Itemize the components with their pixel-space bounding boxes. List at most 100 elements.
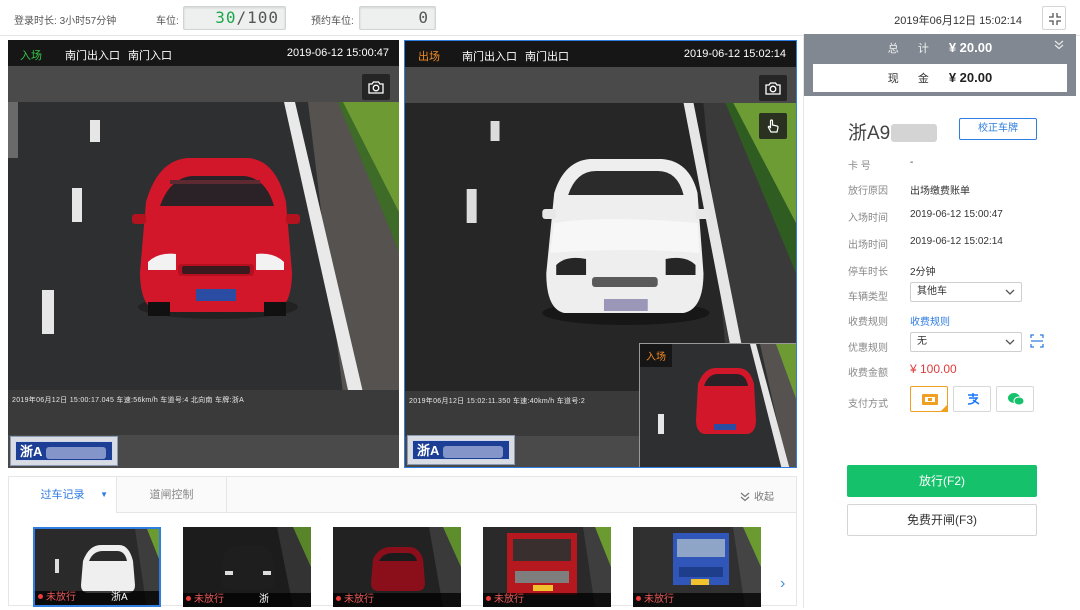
login-duration: 登录时长: 3小时57分钟	[14, 12, 116, 27]
exit-direction-label: 出场	[418, 51, 440, 63]
collapse-screen-icon	[1049, 13, 1061, 25]
record-thumbnail[interactable]: 未放行 浙	[183, 527, 311, 607]
cash-value: ¥ 20.00	[948, 70, 993, 85]
selected-corner-mark	[940, 404, 948, 412]
spaces-total: 100	[247, 8, 279, 27]
payment-summary: 总 计 ¥ 20.00 现 金 ¥ 20.00	[804, 34, 1076, 96]
record-caption: 未放行 浙	[183, 593, 311, 607]
charge-amount-label: 收费金额	[848, 368, 888, 379]
alipay-icon	[967, 393, 980, 405]
tab-vehicle-records-label: 过车记录	[40, 489, 85, 501]
record-thumbnail[interactable]: 未放行	[333, 527, 461, 607]
plate-number-text: 浙A9	[848, 123, 891, 144]
record-status: 未放行	[344, 594, 374, 605]
cash-row: 现 金 ¥ 20.00	[813, 64, 1067, 92]
pay-alipay-option[interactable]	[953, 386, 991, 412]
pay-cash-option[interactable]	[910, 386, 948, 412]
charge-rule-link[interactable]: 收费规则	[910, 313, 950, 328]
chevron-down-icon	[1005, 339, 1015, 345]
chevron-down-icon	[1005, 289, 1015, 295]
entry-snapshot-button[interactable]	[362, 74, 390, 100]
record-status: 未放行	[494, 594, 524, 605]
correct-plate-button[interactable]: 校正车牌	[959, 118, 1037, 140]
record-thumbnail[interactable]: 未放行	[633, 527, 761, 607]
next-page-chevron-icon[interactable]: ›	[780, 575, 785, 593]
record-status: 未放行	[46, 592, 76, 603]
hand-pointer-icon	[767, 119, 779, 133]
exit-tap-button[interactable]	[759, 113, 787, 139]
double-chevron-down-icon[interactable]	[1054, 40, 1064, 50]
camera-icon	[765, 82, 781, 95]
collapse-toggle[interactable]: 收起	[740, 488, 774, 503]
entry-plate-prefix: 浙A	[20, 444, 42, 459]
discount-rule-select[interactable]: 无	[910, 332, 1022, 352]
reserved-counter: 0	[359, 6, 436, 30]
exit-fullscreen-button[interactable]	[1042, 6, 1066, 30]
charge-amount-row: 收费金额 ¥ 100.00	[804, 361, 1077, 379]
vehicle-type-value: 其他车	[917, 286, 947, 297]
status-dot	[486, 596, 491, 601]
scan-icon[interactable]	[1030, 334, 1044, 348]
record-status: 未放行	[194, 594, 224, 605]
record-status: 未放行	[644, 594, 674, 605]
spaces-counter: 30/100	[183, 6, 286, 30]
current-datetime: 2019年06月12日 15:02:14	[894, 15, 1022, 27]
login-duration-label: 登录时长:	[14, 16, 60, 27]
release-reason-label: 放行原因	[848, 186, 888, 197]
reserved-label: 预约车位:	[311, 16, 354, 27]
exit-osd-text: 2019年06月12日 15:02:11.350 车速:40km/h 车道号:2	[409, 398, 586, 405]
payment-method-label: 支付方式	[848, 399, 888, 410]
caret-down-icon: ▼	[100, 490, 108, 499]
charge-rule-row: 收费规则 收费规则	[804, 310, 1077, 328]
status-dot	[636, 596, 641, 601]
spaces-used: 30	[215, 8, 237, 27]
record-caption: 未放行	[633, 593, 761, 607]
record-caption: 未放行 浙A	[35, 591, 159, 605]
entry-gate-name: 南门入口	[128, 50, 172, 62]
entry-direction-label: 入场	[20, 50, 42, 62]
reserved-value: 0	[418, 8, 429, 27]
exit-time-value: 2019-06-12 15:02:14	[910, 236, 1003, 247]
exit-time-row: 出场时间 2019-06-12 15:02:14	[804, 233, 1077, 251]
release-reason-row: 放行原因 出场缴费账单	[804, 179, 1077, 197]
entry-plate-image: 浙A	[15, 441, 113, 461]
tab-gate-control[interactable]: 道闸控制	[117, 477, 227, 513]
double-chevron-down-icon	[740, 492, 750, 502]
record-caption: 未放行	[333, 593, 461, 607]
entry-plate-crop: 浙A	[10, 436, 118, 466]
exit-plate-image: 浙A	[412, 440, 510, 460]
entry-osd-text: 2019年06月12日 15:00:17.045 车速:56km/h 车道号:4…	[12, 397, 245, 404]
login-duration-value: 3小时57分钟	[59, 16, 117, 27]
exit-gate-name: 南门出口	[525, 51, 569, 63]
pay-wechat-option[interactable]	[996, 386, 1034, 412]
free-open-gate-button[interactable]: 免费开闸(F3)	[847, 504, 1037, 536]
charge-rule-label: 收费规则	[848, 317, 888, 328]
exit-snapshot-button[interactable]	[759, 75, 787, 101]
collapse-label: 收起	[754, 492, 774, 503]
entry-time-row: 入场时间 2019-06-12 15:00:47	[804, 206, 1077, 224]
parking-duration-value: 2分钟	[910, 267, 936, 278]
status-dot	[38, 594, 43, 599]
record-plate: 浙	[259, 594, 269, 605]
card-number-value: -	[910, 157, 914, 168]
exit-camera-panel: 出场 南门出入口 南门出口 2019-06-12 15:02:14 2019年0…	[404, 40, 797, 468]
card-number-label: 卡 号	[848, 161, 871, 172]
discount-rule-value: 无	[917, 336, 927, 347]
total-row: 总 计 ¥ 20.00	[804, 40, 1076, 58]
release-button[interactable]: 放行(F2)	[847, 465, 1037, 497]
spaces-label: 车位:	[156, 16, 179, 27]
status-dot	[336, 596, 341, 601]
vehicle-type-select[interactable]: 其他车	[910, 282, 1022, 302]
plate-blur	[442, 445, 503, 458]
total-value: ¥ 20.00	[948, 40, 993, 55]
record-thumbnail[interactable]: 未放行	[483, 527, 611, 607]
discount-rule-label: 优惠规则	[848, 343, 888, 354]
entry-time-label: 入场时间	[848, 213, 888, 224]
status-dot	[186, 596, 191, 601]
tab-vehicle-records[interactable]: 过车记录 ▼	[9, 477, 117, 513]
plate-blur	[45, 446, 106, 459]
record-thumbnail[interactable]: 未放行 浙A	[33, 527, 161, 607]
release-reason-value: 出场缴费账单	[910, 186, 970, 197]
cash-icon	[922, 394, 938, 405]
vehicle-type-label: 车辆类型	[848, 292, 888, 303]
